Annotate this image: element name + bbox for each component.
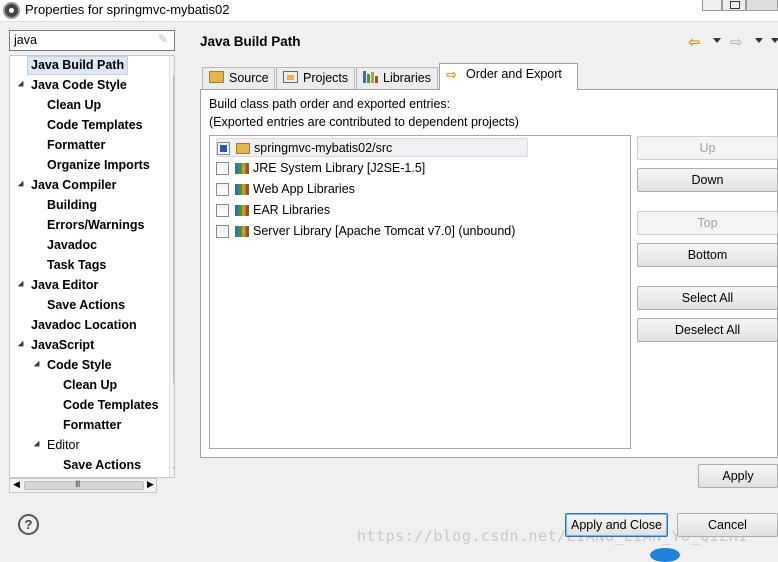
apply-button[interactable]: Apply bbox=[698, 464, 778, 488]
libraries-icon bbox=[363, 71, 378, 83]
scroll-left-icon[interactable]: ◀ bbox=[13, 479, 20, 490]
scroll-right-icon[interactable]: ▶ bbox=[147, 479, 154, 490]
window-title: Properties for springmvc-mybatis02 bbox=[25, 2, 230, 17]
entry-label: JRE System Library [J2SE-1.5] bbox=[253, 161, 426, 175]
filter-input[interactable]: java bbox=[9, 30, 175, 51]
back-arrow-icon[interactable]: ⇦ bbox=[688, 33, 701, 51]
preference-tree[interactable]: Java Build Path Java Code Style Clean Up… bbox=[9, 55, 175, 478]
tree-item-javascript[interactable]: JavaScript bbox=[31, 336, 94, 355]
help-icon[interactable]: ? bbox=[18, 514, 39, 535]
expand-arrow-icon[interactable] bbox=[17, 280, 27, 290]
forward-menu-chevron-icon[interactable] bbox=[755, 38, 763, 43]
eclipse-app-icon bbox=[3, 2, 20, 19]
scroll-grip-icon: III bbox=[75, 479, 80, 489]
list-item[interactable]: Server Library [Apache Tomcat v7.0] (unb… bbox=[216, 222, 546, 241]
export-checkbox[interactable] bbox=[216, 162, 229, 175]
tree-item-save-actions[interactable]: Save Actions bbox=[63, 456, 141, 475]
deselect-all-button[interactable]: Deselect All bbox=[637, 318, 778, 342]
source-folder-icon bbox=[236, 143, 250, 154]
export-checkbox[interactable] bbox=[216, 204, 229, 217]
tree-item-errors-warnings[interactable]: Errors/Warnings bbox=[47, 216, 144, 235]
expand-arrow-icon[interactable] bbox=[17, 340, 27, 350]
tree-item-java-build-path[interactable]: Java Build Path bbox=[27, 56, 129, 75]
tree-item-building[interactable]: Building bbox=[47, 196, 97, 215]
tab-label: Libraries bbox=[383, 71, 431, 85]
tree-item-javadoc[interactable]: Javadoc bbox=[47, 236, 97, 255]
forward-arrow-icon[interactable]: ⇨ bbox=[730, 33, 743, 51]
expand-arrow-icon[interactable] bbox=[33, 360, 43, 370]
tab-label: Order and Export bbox=[466, 67, 562, 81]
tree-item-code-style[interactable]: Code Style bbox=[47, 356, 112, 375]
select-all-button[interactable]: Select All bbox=[637, 286, 778, 310]
scroll-down-icon[interactable] bbox=[173, 467, 174, 472]
entry-label: EAR Libraries bbox=[253, 203, 331, 217]
tree-item-save-actions[interactable]: Save Actions bbox=[47, 296, 125, 315]
minimize-button[interactable] bbox=[702, 0, 722, 11]
library-icon bbox=[235, 184, 249, 195]
tab-order-and-export[interactable]: ⇨ Order and Export bbox=[439, 63, 578, 90]
description-line-1: Build class path order and exported entr… bbox=[209, 97, 451, 111]
tree-item-organize-imports[interactable]: Organize Imports bbox=[47, 156, 150, 175]
tab-projects[interactable]: Projects bbox=[276, 67, 355, 89]
overlay-decoration bbox=[650, 548, 680, 562]
entry-label: Web App Libraries bbox=[253, 182, 355, 196]
expand-arrow-icon[interactable] bbox=[17, 180, 27, 190]
tree-horizontal-scrollbar[interactable]: ◀ III ▶ bbox=[9, 478, 157, 493]
tree-item-clean-up[interactable]: Clean Up bbox=[47, 96, 101, 115]
export-checkbox[interactable] bbox=[216, 225, 229, 238]
tree-item-clean-up[interactable]: Clean Up bbox=[63, 376, 117, 395]
tree-item-java-compiler[interactable]: Java Compiler bbox=[31, 176, 116, 195]
tree-item-formatter[interactable]: Formatter bbox=[47, 136, 105, 155]
projects-icon bbox=[283, 71, 298, 83]
tree-item-code-templates[interactable]: Code Templates bbox=[63, 396, 159, 415]
entry-label: springmvc-mybatis02/src bbox=[254, 141, 393, 155]
back-menu-chevron-icon[interactable] bbox=[713, 38, 721, 43]
clear-filter-icon[interactable]: ✎ bbox=[158, 32, 172, 48]
tree-item-task-tags[interactable]: Task Tags bbox=[47, 256, 106, 275]
export-checkbox[interactable] bbox=[216, 183, 229, 196]
library-icon bbox=[235, 163, 249, 174]
order-export-icon: ⇨ bbox=[446, 67, 457, 82]
tab-label: Source bbox=[229, 71, 269, 85]
down-button[interactable]: Down bbox=[637, 168, 778, 192]
tree-item-java-editor[interactable]: Java Editor bbox=[31, 276, 98, 295]
list-item[interactable]: Web App Libraries bbox=[216, 180, 528, 199]
library-icon bbox=[235, 205, 249, 216]
tree-item-java-code-style[interactable]: Java Code Style bbox=[31, 76, 127, 95]
tree-item-formatter[interactable]: Formatter bbox=[63, 416, 121, 435]
tree-vertical-scrollbar[interactable]: ≡ bbox=[169, 56, 175, 477]
expand-arrow-icon[interactable] bbox=[17, 80, 27, 90]
tab-source[interactable]: Source bbox=[202, 67, 275, 89]
export-checkbox[interactable] bbox=[217, 142, 230, 155]
tree-horizontal-scroll-thumb[interactable] bbox=[24, 481, 144, 490]
tree-item-editor[interactable]: Editor bbox=[47, 436, 80, 455]
library-icon bbox=[235, 226, 249, 237]
top-button[interactable]: Top bbox=[637, 211, 778, 235]
up-button[interactable]: Up bbox=[637, 136, 778, 160]
description-line-2: (Exported entries are contributed to dep… bbox=[209, 115, 519, 129]
tab-libraries[interactable]: Libraries bbox=[356, 67, 438, 89]
entry-label: Server Library [Apache Tomcat v7.0] (unb… bbox=[253, 224, 516, 238]
cancel-button[interactable]: Cancel bbox=[677, 513, 778, 537]
scroll-grip-icon: ≡ bbox=[174, 221, 175, 231]
title-bar: Properties for springmvc-mybatis02 bbox=[0, 0, 778, 22]
view-menu-chevron-icon[interactable] bbox=[771, 38, 778, 43]
tab-label: Projects bbox=[303, 71, 349, 85]
list-item[interactable]: JRE System Library [J2SE-1.5] bbox=[216, 159, 528, 178]
maximize-button[interactable] bbox=[722, 0, 746, 11]
source-folder-icon bbox=[209, 71, 224, 83]
classpath-entries-list[interactable]: springmvc-mybatis02/src JRE System Libra… bbox=[209, 135, 631, 449]
bottom-button[interactable]: Bottom bbox=[637, 243, 778, 267]
tree-item-javadoc-location[interactable]: Javadoc Location bbox=[31, 316, 137, 335]
page-title: Java Build Path bbox=[200, 34, 301, 49]
list-item[interactable]: springmvc-mybatis02/src bbox=[216, 138, 528, 157]
list-item[interactable]: EAR Libraries bbox=[216, 201, 528, 220]
close-window-button[interactable] bbox=[746, 0, 778, 11]
expand-arrow-icon[interactable] bbox=[33, 440, 43, 450]
tree-item-code-templates[interactable]: Code Templates bbox=[47, 116, 143, 135]
apply-and-close-button[interactable]: Apply and Close bbox=[565, 513, 668, 537]
